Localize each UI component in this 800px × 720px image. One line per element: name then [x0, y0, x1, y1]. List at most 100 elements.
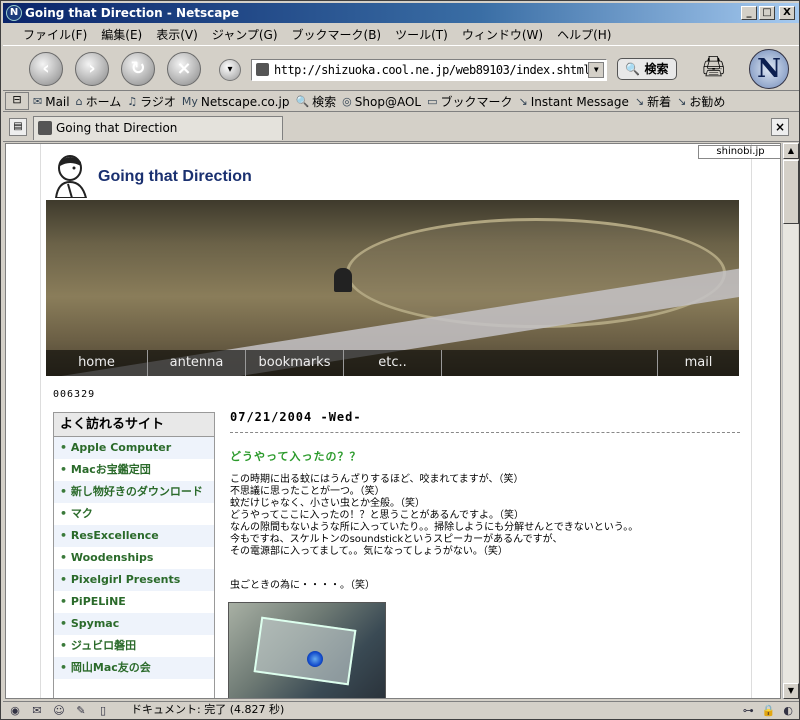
entry-line: 今もですね、スケルトンのsoundstickというスピーカーがあるんですが、 [230, 534, 563, 545]
forward-button[interactable]: › [75, 52, 109, 86]
bookmark-folder[interactable]: ▭ ブックマーク [427, 93, 518, 110]
sidebar-link[interactable]: マク [54, 503, 214, 525]
bookmark-label: ホーム [85, 95, 122, 109]
entry-date: 07/21/2004 -Wed- [230, 410, 740, 433]
mail-icon: ✉ [33, 95, 43, 108]
new-tab-icon[interactable]: ▤ [9, 118, 27, 136]
close-window-button[interactable]: X [779, 6, 795, 20]
bookmark-label: ブックマーク [440, 95, 513, 109]
hero-rider [334, 268, 352, 292]
status-text: ドキュメント: 完了 (4.827 秒) [131, 703, 285, 716]
netscape-logo[interactable]: N [749, 49, 789, 89]
sidebar-link[interactable]: Spymac [54, 613, 214, 635]
url-text: http://shizuoka.cool.ne.jp/web89103/inde… [274, 63, 591, 77]
bookmark-radio[interactable]: ♫ ラジオ [127, 93, 182, 110]
sidebar-link[interactable]: ジュビロ磐田 [54, 635, 214, 657]
bookmark-new[interactable]: ↘ 新着 [635, 93, 677, 110]
bookmark-label: 検索 [312, 95, 337, 109]
nav-spacer [442, 350, 658, 376]
menu-bar: ファイル(F) 編集(E) 表示(V) ジャンプ(G) ブックマーク(B) ツー… [3, 24, 799, 43]
entry-photo[interactable] [228, 602, 386, 698]
scroll-thumb[interactable] [783, 160, 799, 224]
mail-icon[interactable]: ✉ [29, 703, 45, 717]
nav-home[interactable]: home [46, 350, 148, 376]
bookmark-home[interactable]: ⌂ ホーム [76, 93, 128, 110]
sidebar-heading: よく訪れるサイト [54, 413, 214, 437]
menu-file[interactable]: ファイル(F) [17, 24, 95, 43]
favorites-sidebar: よく訪れるサイト Apple Computer Macお宝鑑定団 新し物好きのダ… [53, 412, 215, 698]
stop-icon: × [176, 58, 192, 79]
bookmark-im[interactable]: ↘ Instant Message [519, 95, 635, 109]
bookmark-label: Netscape.co.jp [200, 94, 290, 109]
nav-bookmarks[interactable]: bookmarks [246, 350, 344, 376]
scroll-up-icon[interactable]: ▲ [783, 143, 799, 159]
sidebar-link[interactable]: Pixelgirl Presents [54, 569, 214, 591]
im-icon[interactable]: ☺ [51, 703, 67, 717]
sidebar-link[interactable]: PiPELiNE [54, 591, 214, 613]
nav-antenna[interactable]: antenna [148, 350, 246, 376]
entry-note: 虫ごときの為に・・・・。（笑） [230, 580, 375, 591]
nav-mail[interactable]: mail [658, 350, 739, 376]
entry-line: この時期に出る蚊にはうんざりするほど、咬まれてますが、（笑） [230, 474, 524, 485]
close-tab-button[interactable]: × [771, 118, 789, 136]
print-icon[interactable]: 🖨 [701, 54, 731, 80]
sidebar-link[interactable]: Macお宝鑑定団 [54, 459, 214, 481]
bookmark-label: Mail [45, 94, 70, 109]
search-button[interactable]: 🔍 検索 [617, 58, 677, 80]
minimize-button[interactable]: _ [741, 6, 757, 20]
navigation-toolbar: ‹ › ↻ × ▾ http://shizuoka.cool.ne.jp/web… [3, 45, 799, 91]
site-title[interactable]: Going that Direction [98, 168, 252, 186]
bookmark-search[interactable]: 🔍 検索 [295, 93, 342, 110]
url-bar[interactable]: http://shizuoka.cool.ne.jp/web89103/inde… [251, 59, 607, 81]
man-portrait-icon [54, 155, 88, 198]
bookmark-label: お勧め [689, 95, 726, 109]
reload-icon: ↻ [130, 58, 146, 79]
scroll-down-icon[interactable]: ▼ [783, 683, 799, 699]
sidebar-link[interactable]: 新し物好きのダウンロード [54, 481, 214, 503]
page-viewport: shinobi.jp Going that Direction home ant… [5, 143, 781, 699]
link-icon: ↘ [518, 95, 528, 108]
url-dropdown-icon[interactable]: ▼ [588, 62, 604, 78]
maximize-button[interactable]: □ [759, 6, 775, 20]
sidebar-link[interactable]: Woodenships [54, 547, 214, 569]
personal-toolbar: ⊟ ✉ Mail ⌂ ホーム ♫ ラジオ My Netscape.co.jp 🔍 検索 ◎… [3, 92, 799, 112]
go-button[interactable]: ▾ [219, 59, 241, 81]
entry-line: 蚊だけじゃなく、小さい虫とか全般。（笑） [230, 498, 425, 509]
status-bar: ◉ ✉ ☺ ✎ ▯ ドキュメント: 完了 (4.827 秒) ⊶ 🔒 ◐ [3, 701, 799, 719]
back-button[interactable]: ‹ [29, 52, 63, 86]
menu-help[interactable]: ヘルプ(H) [551, 24, 619, 43]
shinobi-badge[interactable]: shinobi.jp [698, 145, 780, 159]
menu-edit[interactable]: 編集(E) [95, 24, 150, 43]
entry-line: 不思議に思ったことが一つ。（笑） [230, 486, 385, 497]
site-favicon-icon [38, 121, 52, 135]
bookmark-label: Instant Message [530, 94, 629, 109]
bookmark-label: ラジオ [140, 95, 176, 109]
vertical-scrollbar[interactable]: ▲ ▼ [782, 143, 799, 699]
tab-going-that-direction[interactable]: Going that Direction [33, 116, 283, 140]
navigator-icon[interactable]: ◉ [7, 703, 23, 717]
menu-tools[interactable]: ツール(T) [389, 24, 456, 43]
address-book-icon[interactable]: ▯ [95, 703, 111, 717]
window-title: Going that Direction - Netscape [25, 6, 240, 20]
bookmark-label: 新着 [647, 95, 672, 109]
bookmark-recommend[interactable]: ↘ お勧め [677, 93, 731, 110]
home-icon: ⌂ [75, 95, 83, 108]
sidebar-link[interactable]: ResExcellence [54, 525, 214, 547]
bookmark-label: Shop@AOL [354, 94, 422, 109]
sidebar-link[interactable]: Apple Computer [54, 437, 214, 459]
radio-icon: ♫ [127, 95, 138, 108]
stop-button[interactable]: × [167, 52, 201, 86]
menu-go[interactable]: ジャンプ(G) [206, 24, 286, 43]
reload-button[interactable]: ↻ [121, 52, 155, 86]
bookmark-mail[interactable]: ✉ Mail [33, 95, 76, 109]
bookmark-netscape[interactable]: My Netscape.co.jp [182, 95, 296, 109]
nav-etc[interactable]: etc.. [344, 350, 442, 376]
composer-icon[interactable]: ✎ [73, 703, 89, 717]
menu-bookmarks[interactable]: ブックマーク(B) [286, 24, 390, 43]
search-icon: 🔍 [295, 95, 310, 108]
sidebar-toggle-icon[interactable]: ⊟ [5, 92, 29, 110]
menu-view[interactable]: 表示(V) [150, 24, 206, 43]
sidebar-link[interactable]: 岡山Mac友の会 [54, 657, 214, 679]
bookmark-shop[interactable]: ◎ Shop@AOL [342, 95, 427, 109]
menu-window[interactable]: ウィンドウ(W) [456, 24, 551, 43]
